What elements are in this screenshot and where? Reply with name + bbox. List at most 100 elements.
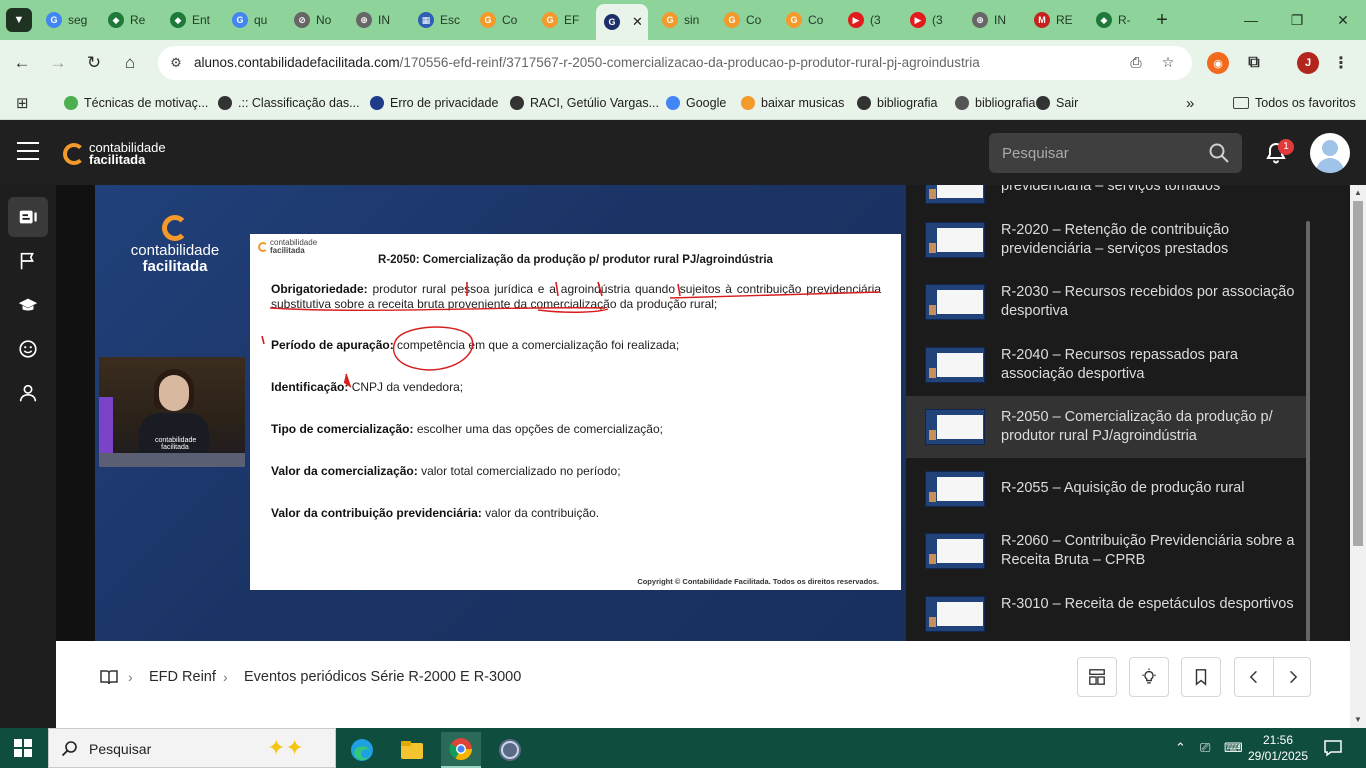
browser-tab[interactable]: Gqu bbox=[224, 6, 284, 34]
playlist-item[interactable]: R-2030 – Recursos recebidos por associaç… bbox=[906, 271, 1306, 333]
playlist-item[interactable]: R-2040 – Recursos repassados para associ… bbox=[906, 334, 1306, 396]
tray-network-icon[interactable]: ⌨ bbox=[1224, 740, 1243, 756]
scroll-up-icon[interactable]: ▲ bbox=[1354, 188, 1362, 197]
lesson-thumbnail bbox=[925, 222, 985, 258]
close-window-icon[interactable]: ✕ bbox=[1320, 0, 1366, 40]
browser-tab[interactable]: G Co bbox=[472, 6, 532, 34]
rail-courses-button[interactable] bbox=[8, 285, 48, 325]
bookmark-item[interactable]: Google bbox=[666, 93, 726, 113]
shirt-text: contabilidade facilitada bbox=[155, 437, 197, 451]
restore-icon[interactable]: ❐ bbox=[1274, 0, 1320, 40]
browser-tab[interactable]: ▶ (3 bbox=[840, 6, 900, 34]
bookmark-star-icon[interactable]: ☆ bbox=[1158, 54, 1178, 72]
windows-start-icon[interactable] bbox=[14, 739, 32, 757]
notifications-button[interactable]: 1 bbox=[1264, 139, 1294, 165]
browser-tab[interactable]: ◆ Re bbox=[100, 6, 160, 34]
home-icon[interactable]: ⌂ bbox=[118, 51, 142, 75]
tab-title: Co bbox=[746, 13, 762, 27]
page-scrollbar[interactable]: ▲ ▼ bbox=[1350, 185, 1366, 728]
rail-profile-button[interactable] bbox=[8, 373, 48, 413]
search-input[interactable] bbox=[1002, 143, 1202, 163]
browser-tab[interactable]: Gsin bbox=[654, 6, 714, 34]
site-logo[interactable]: contabilidade facilitada bbox=[63, 140, 166, 168]
breadcrumb-module[interactable]: Eventos periódicos Série R-2000 E R-3000 bbox=[244, 669, 521, 685]
url-text[interactable]: alunos.contabilidadefacilitada.com/17055… bbox=[194, 55, 980, 70]
apps-grid-icon[interactable]: ⊞ bbox=[16, 94, 34, 112]
windows-taskbar: Pesquisar ✦✦ ⌃ ⎚ ⌨ 21:56 29/01/2025 bbox=[0, 728, 1366, 768]
bookmark-item[interactable]: bibliografia bbox=[955, 93, 1035, 113]
scroll-down-icon[interactable]: ▼ bbox=[1354, 715, 1362, 724]
theme-toggle-button[interactable] bbox=[1129, 657, 1169, 697]
layout-button[interactable] bbox=[1077, 657, 1117, 697]
taskbar-clock[interactable]: 21:56 29/01/2025 bbox=[1244, 732, 1312, 764]
clock-date: 29/01/2025 bbox=[1247, 749, 1309, 763]
bookmark-item[interactable]: bibliografia bbox=[857, 93, 937, 113]
browser-tab[interactable]: ◆ Ent bbox=[162, 6, 222, 34]
next-lesson-button[interactable] bbox=[1274, 658, 1312, 696]
tab-search-button[interactable]: ▼ bbox=[6, 8, 32, 32]
rail-flag-button[interactable] bbox=[8, 241, 48, 281]
close-tab-icon[interactable]: ✕ bbox=[632, 14, 643, 30]
address-bar[interactable]: ⚙ alunos.contabilidadefacilitada.com/170… bbox=[158, 46, 1192, 80]
playlist-item-active[interactable]: R-2050 – Comercialização da produção p/ … bbox=[906, 396, 1306, 458]
chrome-app-icon[interactable] bbox=[441, 732, 481, 768]
app-icon[interactable] bbox=[490, 732, 530, 768]
bookmark-item[interactable]: Erro de privacidade bbox=[370, 93, 498, 113]
tray-device-icon[interactable]: ⎚ bbox=[1200, 740, 1210, 756]
search-icon[interactable] bbox=[1207, 141, 1231, 165]
browser-tab[interactable]: Gseg bbox=[38, 6, 98, 34]
new-tab-button[interactable]: + bbox=[1150, 8, 1174, 32]
bookmark-item[interactable]: baixar musicas bbox=[741, 93, 844, 113]
browser-tab[interactable]: ⊕ IN bbox=[964, 6, 1024, 34]
extensions-puzzle-icon[interactable]: ⧉ bbox=[1243, 52, 1265, 74]
user-avatar[interactable] bbox=[1310, 133, 1350, 173]
reload-icon[interactable]: ↻ bbox=[82, 51, 106, 75]
minimize-icon[interactable]: — bbox=[1228, 0, 1274, 40]
browser-tab[interactable]: ⊕ IN bbox=[348, 6, 408, 34]
tab-title: RE bbox=[1056, 13, 1073, 27]
all-bookmarks-folder[interactable]: Todos os favoritos bbox=[1233, 93, 1356, 113]
playlist-item[interactable]: R-3010 – Receita de espetáculos desporti… bbox=[906, 583, 1306, 641]
rail-feedback-button[interactable] bbox=[8, 329, 48, 369]
playlist-item[interactable]: R-2060 – Contribuição Previdenciária sob… bbox=[906, 520, 1306, 582]
bookmark-lesson-button[interactable] bbox=[1181, 657, 1221, 697]
notification-center-icon[interactable] bbox=[1323, 738, 1343, 758]
forward-button[interactable]: → bbox=[46, 51, 70, 75]
file-explorer-icon[interactable] bbox=[392, 732, 432, 768]
lesson-footer: › EFD Reinf › Eventos periódicos Série R… bbox=[56, 641, 1350, 728]
edge-app-icon[interactable] bbox=[342, 732, 382, 768]
bookmark-item[interactable]: RACI, Getúlio Vargas... bbox=[510, 93, 659, 113]
browser-tab[interactable]: G Co bbox=[716, 6, 776, 34]
menu-icon[interactable] bbox=[17, 142, 39, 162]
browser-menu-icon[interactable]: ⋮ bbox=[1330, 52, 1352, 74]
rail-lessons-button[interactable] bbox=[8, 197, 48, 237]
browser-tab[interactable]: ▦ Esc bbox=[410, 6, 470, 34]
lesson-title: R-2020 – Retenção de contribuição previd… bbox=[1001, 222, 1230, 257]
book-icon[interactable] bbox=[100, 669, 118, 685]
back-button[interactable]: ← bbox=[10, 51, 34, 75]
tray-chevron-icon[interactable]: ⌃ bbox=[1175, 740, 1186, 756]
video-player[interactable]: contabilidade facilitada contabilidade fa… bbox=[95, 185, 906, 641]
browser-tab[interactable]: ◆ R- bbox=[1088, 6, 1148, 34]
playlist-scrollbar[interactable] bbox=[1306, 221, 1310, 641]
site-info-icon[interactable]: ⚙ bbox=[166, 53, 186, 73]
taskbar-search[interactable]: Pesquisar ✦✦ bbox=[48, 728, 336, 768]
install-app-icon[interactable]: ⎙ bbox=[1126, 54, 1146, 72]
bookmark-item[interactable]: Técnicas de motivaç... bbox=[64, 93, 208, 113]
previous-lesson-button[interactable] bbox=[1235, 658, 1273, 696]
playlist-item[interactable]: R-2020 – Retenção de contribuição previd… bbox=[906, 209, 1306, 271]
profile-avatar[interactable]: J bbox=[1297, 52, 1319, 74]
extension-icon[interactable]: ◉ bbox=[1207, 52, 1229, 74]
bookmark-item[interactable]: .:: Classificação das... bbox=[218, 93, 360, 113]
breadcrumb-course[interactable]: EFD Reinf bbox=[149, 669, 216, 685]
playlist-item[interactable]: R-2055 – Aquisição de produção rural bbox=[906, 458, 1306, 520]
browser-tab-active[interactable]: G ✕ bbox=[596, 4, 648, 40]
browser-tab[interactable]: ⊘ No bbox=[286, 6, 346, 34]
browser-tab[interactable]: G EF bbox=[534, 6, 594, 34]
browser-tab[interactable]: G Co bbox=[778, 6, 838, 34]
page-scroll-thumb[interactable] bbox=[1353, 201, 1363, 546]
bookmark-item[interactable]: Sair bbox=[1036, 93, 1078, 113]
browser-tab[interactable]: M RE bbox=[1026, 6, 1086, 34]
more-bookmarks-icon[interactable]: » bbox=[1186, 93, 1194, 113]
browser-tab[interactable]: ▶ (3 bbox=[902, 6, 962, 34]
